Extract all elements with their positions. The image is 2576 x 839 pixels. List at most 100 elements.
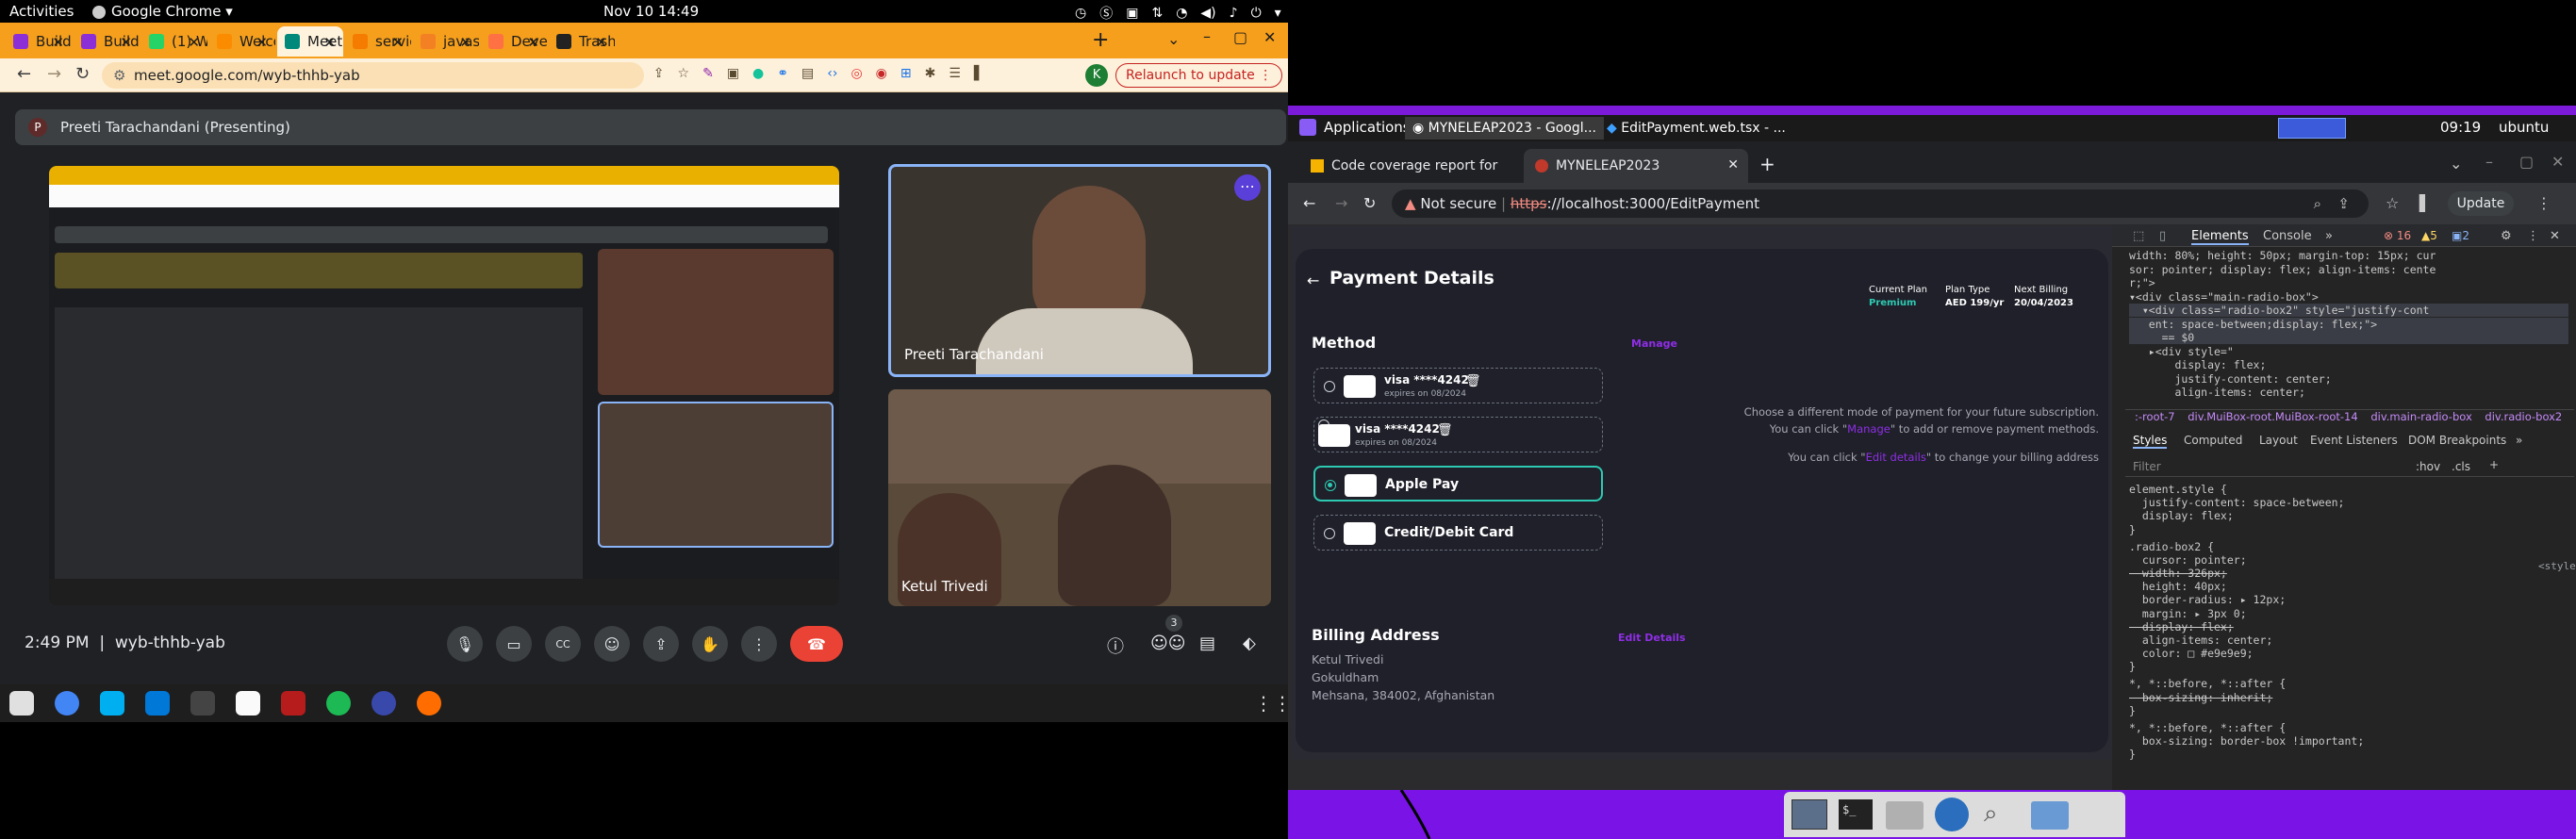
site-info-icon[interactable]: ⚙ <box>113 62 125 89</box>
extensions-puzzle-icon[interactable]: ✱ <box>925 66 936 81</box>
captions-button[interactable]: CC <box>545 626 581 662</box>
teams-tray-icon[interactable]: ▣ <box>1126 6 1138 21</box>
style-rule-line[interactable]: *, *::before, *::after { <box>2129 677 2286 690</box>
maximize-button[interactable]: ▢ <box>2519 153 2534 171</box>
kebab-icon[interactable]: ⋮ <box>2527 229 2539 243</box>
chrome-tab[interactable]: (1) What✕ <box>141 26 207 57</box>
dom-tree-line[interactable]: sor: pointer; display: flex; align-items… <box>2129 263 2436 276</box>
remote-user[interactable]: ubuntu <box>2499 119 2549 136</box>
chrome-tab[interactable]: Develop✕ <box>481 26 547 57</box>
search-dock-icon[interactable]: ⌕ <box>1984 799 1998 829</box>
activities-button[interactable]: Activities <box>9 3 74 20</box>
filezilla-dock-icon[interactable] <box>281 691 305 716</box>
remote-tab-myneleap[interactable]: MYNELEAP2023 ✕ <box>1524 149 1748 183</box>
subtab-dom-breakpoints[interactable]: DOM Breakpoints <box>2408 434 2506 447</box>
dom-tree-line[interactable]: ▾<div class="main-radio-box"> <box>2129 290 2319 304</box>
back-icon[interactable]: ← <box>17 64 31 84</box>
taskbar-window-chrome[interactable]: ◉ MYNELEAP2023 - Googl... <box>1405 117 1604 140</box>
remote-omnibox[interactable]: ▲ Not secure | https://localhost:3000/Ed… <box>1392 189 2369 218</box>
spotify-dock-icon[interactable] <box>326 691 351 716</box>
errors-count[interactable]: ⊗ 16 <box>2384 229 2411 242</box>
mic-button[interactable]: 🎙 <box>447 626 483 662</box>
taskbar-window-vscode[interactable]: ◆ EditPayment.web.tsx - ... <box>1599 117 1793 140</box>
volume-icon[interactable]: ◀) <box>1200 6 1215 21</box>
dom-tree-line[interactable]: align-items: center; <box>2129 386 2304 399</box>
close-tab-icon[interactable]: ✕ <box>120 34 132 51</box>
activities-icon[interactable]: ⬖ <box>1243 633 1256 653</box>
style-rule-line[interactable]: height: 40px; <box>2129 580 2227 593</box>
manage-link[interactable]: Manage <box>1631 337 1677 350</box>
network-icon[interactable]: ⇅ <box>1151 6 1163 21</box>
video-tile-ketul[interactable]: Ketul Trivedi <box>888 389 1271 606</box>
filter-input[interactable]: Filter <box>2133 460 2161 473</box>
screenshot-icon[interactable]: ▣ <box>727 66 739 81</box>
style-rule-line[interactable]: display: flex; <box>2129 620 2234 633</box>
dom-tree-line[interactable]: ▾<div class="radio-box2" style="justify-… <box>2129 304 2568 317</box>
code-icon[interactable]: ‹› <box>827 66 837 81</box>
close-tab-icon[interactable]: ✕ <box>595 34 607 51</box>
grid-icon[interactable]: ⊞ <box>900 66 912 81</box>
breadcrumb-item[interactable]: div.main-radio-box <box>2370 410 2471 423</box>
power-icon[interactable]: ⏻ <box>1251 6 1262 21</box>
dom-tree-line[interactable]: width: 80%; height: 50px; margin-top: 15… <box>2129 249 2436 262</box>
settings-icon[interactable]: ⚙ <box>2501 229 2512 243</box>
close-tab-icon[interactable]: ✕ <box>256 34 268 51</box>
breadcrumb-item[interactable]: :-root-7 <box>2135 410 2175 423</box>
close-tab-icon[interactable]: ✕ <box>1727 157 1739 173</box>
style-source[interactable]: <style> <box>2538 560 2576 572</box>
postman-dock-icon[interactable] <box>417 691 441 716</box>
payment-option-visa-1[interactable]: visa ****4242 expires on 08/2024 🗑 <box>1313 368 1603 403</box>
style-rule-line[interactable]: element.style { <box>2129 483 2227 496</box>
style-rule-line[interactable]: border-radius: ▸ 12px; <box>2129 593 2286 606</box>
close-tab-icon[interactable]: ✕ <box>188 34 200 51</box>
style-rule-line[interactable]: .radio-box2 { <box>2129 540 2214 553</box>
style-rule-line[interactable]: } <box>2129 660 2136 673</box>
mic-icon[interactable]: ♪ <box>1230 6 1238 21</box>
applications-menu[interactable]: Applications <box>1324 119 1411 136</box>
info-count[interactable]: ▣2 <box>2452 229 2469 242</box>
remote-desktop-dock-icon[interactable] <box>372 691 396 716</box>
tile-more-options-icon[interactable]: ⋯ <box>1234 174 1261 201</box>
chrome-tab[interactable]: Builder T✕ <box>74 26 140 57</box>
minimize-button[interactable]: – <box>1203 27 1211 45</box>
file-manager-dock-icon[interactable] <box>1886 801 1924 830</box>
subtab-event-listeners[interactable]: Event Listeners <box>2310 434 2398 447</box>
app-menu[interactable]: Google Chrome ▾ <box>92 3 233 20</box>
edit-details-inline-link[interactable]: Edit details <box>1866 451 1926 464</box>
reactions-button[interactable]: ☺ <box>594 626 630 662</box>
payment-option-apple-pay[interactable]: Apple Pay <box>1313 466 1603 502</box>
radio-button[interactable] <box>1324 381 1335 392</box>
system-tray[interactable]: ◷ Ⓢ ▣ ⇅ ◔ ◀) ♪ ⏻ ▾ <box>1075 4 1281 23</box>
close-tab-icon[interactable]: ✕ <box>527 34 539 51</box>
chrome-tab[interactable]: servicew✕ <box>345 26 411 57</box>
tab-search-button[interactable]: ⌄ <box>2450 155 2462 173</box>
maximize-button[interactable]: ▢ <box>1233 28 1247 46</box>
warnings-count[interactable]: ▲5 <box>2421 229 2437 242</box>
meeting-info-icon[interactable]: ⓘ <box>1107 633 1124 658</box>
style-rule-line[interactable]: *, *::before, *::after { <box>2129 721 2286 734</box>
style-rule-line[interactable]: } <box>2129 523 2136 536</box>
chrome-tab[interactable]: javascrip✕ <box>413 26 479 57</box>
vscode-dock-icon[interactable] <box>145 691 170 716</box>
show-desktop-dock-icon[interactable] <box>1792 799 1827 830</box>
trash-icon[interactable]: 🗑 <box>1465 374 1481 388</box>
dom-tree-line[interactable]: ent: space-between;display: flex;"> <box>2129 317 2568 331</box>
device-toolbar-icon[interactable]: ▯ <box>2159 229 2166 243</box>
add-rule-icon[interactable]: + <box>2489 458 2499 471</box>
extension-icon[interactable]: ▤ <box>801 66 814 81</box>
dom-tree-line[interactable]: r;"> <box>2129 276 2155 289</box>
update-button[interactable]: Update <box>2448 191 2514 216</box>
reload-icon[interactable]: ↻ <box>1363 194 1376 212</box>
remote-tab-coverage[interactable]: Code coverage report for <box>1299 149 1522 183</box>
star-icon[interactable]: ☆ <box>678 66 690 81</box>
forward-icon[interactable]: → <box>47 64 61 84</box>
chrome-tab[interactable]: Meet ✕ <box>277 26 343 57</box>
close-window-button[interactable]: ✕ <box>2551 153 2564 171</box>
close-tab-icon[interactable]: ✕ <box>52 34 64 51</box>
web-browser-dock-icon[interactable] <box>1935 798 1969 831</box>
style-rule-line[interactable]: display: flex; <box>2129 509 2234 522</box>
profile-avatar[interactable]: K <box>1085 64 1108 87</box>
cls-toggle[interactable]: .cls <box>2452 460 2470 473</box>
raise-hand-button[interactable]: ✋ <box>692 626 728 662</box>
relaunch-button[interactable]: Relaunch to update ⋮ <box>1115 63 1283 88</box>
